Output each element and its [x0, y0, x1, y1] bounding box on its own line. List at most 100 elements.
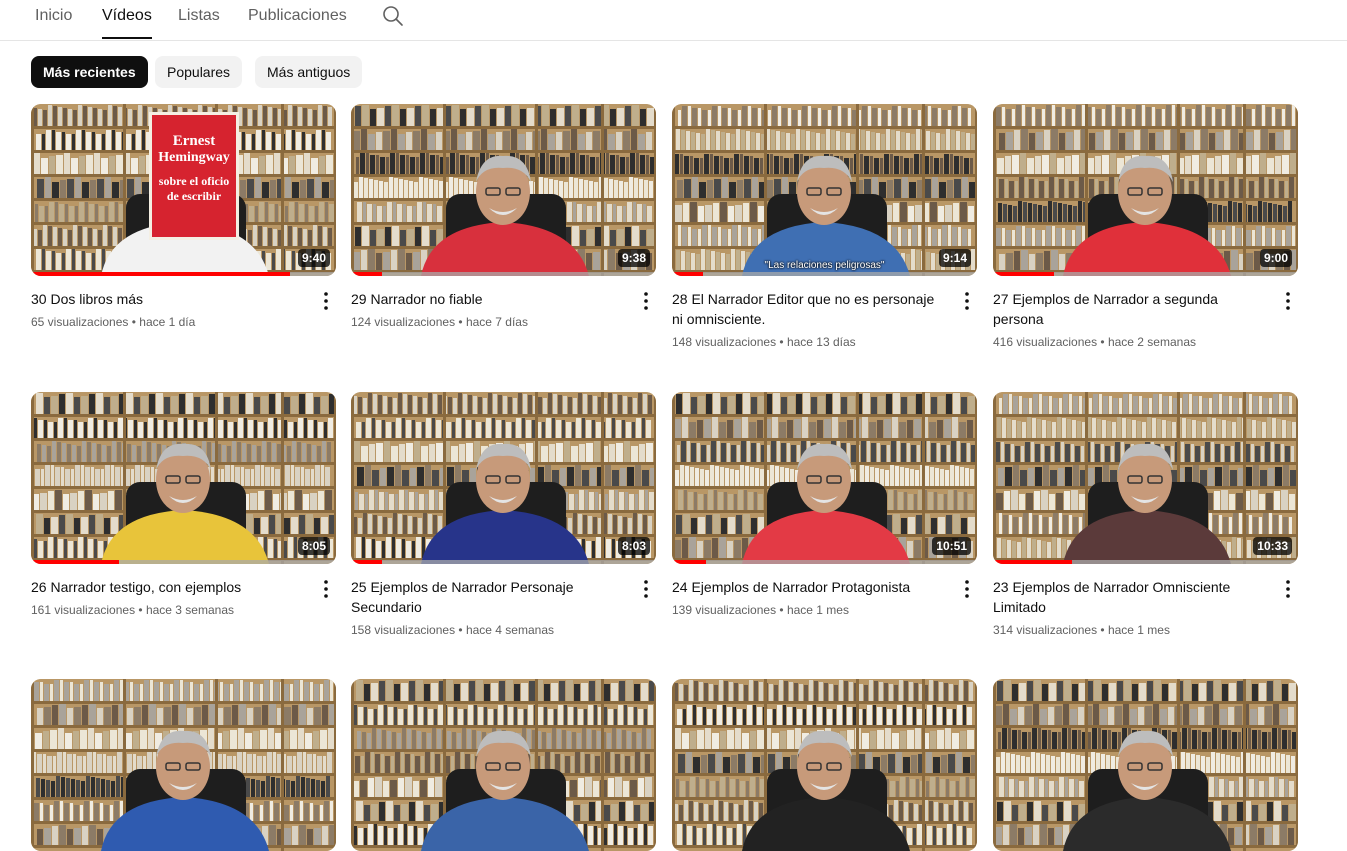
meta-separator: • — [1097, 623, 1108, 637]
video-thumbnail[interactable]: "Las relaciones peligrosas" 9:14 — [672, 104, 977, 276]
duration-badge: 9:38 — [617, 249, 650, 267]
tab-inicio[interactable]: Inicio — [35, 0, 72, 39]
video-card[interactable]: 8:03 25 Ejemplos de Narrador Personaje Se… — [351, 392, 656, 639]
video-thumbnail[interactable] — [672, 679, 977, 851]
video-title[interactable]: 24 Ejemplos de Narrador Protagonista — [672, 577, 947, 597]
thumbnail-image — [993, 679, 1298, 851]
upload-age: hace 1 mes — [1107, 623, 1170, 637]
thumbnail-image — [31, 392, 336, 564]
video-thumbnail[interactable] — [351, 679, 656, 851]
thumbnail-image — [351, 392, 656, 564]
video-details: 26 Narrador testigo, con ejemplos 161 vis… — [31, 577, 336, 619]
duration-badge: 9:00 — [1259, 249, 1292, 267]
view-count: 65 visualizaciones — [31, 315, 129, 329]
video-thumbnail[interactable]: 8:03 — [351, 392, 656, 564]
video-details: 24 Ejemplos de Narrador Protagonista 139 … — [672, 577, 977, 619]
tab-publicaciones[interactable]: Publicaciones — [248, 0, 347, 39]
meta-separator: • — [455, 315, 466, 329]
video-meta: 416 visualizaciones • hace 2 semanas — [993, 333, 1268, 351]
tab-videos[interactable]: Vídeos — [102, 0, 152, 39]
meta-separator: • — [776, 335, 787, 349]
thumbnail-image — [672, 104, 977, 276]
video-thumbnail[interactable]: 9:38 — [351, 104, 656, 276]
chip-mas-antiguos[interactable]: Más antiguos — [255, 56, 363, 88]
video-details: 28 El Narrador Editor que no es personaj… — [672, 289, 977, 351]
more-options-icon[interactable] — [957, 577, 977, 601]
watch-progress-fill — [351, 272, 382, 276]
upload-age: hace 3 semanas — [145, 603, 234, 617]
video-title[interactable]: 23 Ejemplos de Narrador Omnisciente Limi… — [993, 577, 1268, 617]
upload-age: hace 1 día — [139, 315, 196, 329]
more-options-icon[interactable] — [957, 289, 977, 313]
thumbnail-image — [993, 392, 1298, 564]
video-card[interactable]: 10:51 24 Ejemplos de Narrador Protagonist… — [672, 392, 977, 619]
video-details: 27 Ejemplos de Narrador a segunda person… — [993, 289, 1298, 351]
video-card[interactable]: 9:38 29 Narrador no fiable 124 visualizaci… — [351, 104, 656, 331]
video-thumbnail[interactable]: 10:51 — [672, 392, 977, 564]
more-options-icon[interactable] — [1278, 577, 1298, 601]
video-card[interactable]: 9:00 27 Ejemplos de Narrador a segunda pe… — [993, 104, 1298, 351]
video-meta: 124 visualizaciones • hace 7 días — [351, 313, 626, 331]
video-details: 23 Ejemplos de Narrador Omnisciente Limi… — [993, 577, 1298, 639]
video-meta: 65 visualizaciones • hace 1 día — [31, 313, 306, 331]
video-thumbnail[interactable]: 9:00 — [993, 104, 1298, 276]
video-title[interactable]: 27 Ejemplos de Narrador a segunda person… — [993, 289, 1268, 329]
upload-age: hace 13 días — [786, 335, 856, 349]
video-thumbnail[interactable]: 8:05 — [31, 392, 336, 564]
video-card[interactable]: Ernest Hemingway sobre el oficio de escribi… — [31, 104, 336, 331]
more-options-icon[interactable] — [316, 577, 336, 601]
video-title[interactable]: 26 Narrador testigo, con ejemplos — [31, 577, 306, 597]
video-thumbnail[interactable]: Ernest Hemingway sobre el oficio de escribi… — [31, 104, 336, 276]
meta-separator: • — [128, 315, 140, 329]
watch-progress-bar — [993, 560, 1298, 564]
video-card[interactable] — [351, 679, 656, 851]
video-thumbnail[interactable] — [993, 679, 1298, 851]
video-meta: 314 visualizaciones • hace 1 mes — [993, 621, 1268, 639]
watch-progress-fill — [31, 272, 291, 276]
video-title[interactable]: 30 Dos libros más — [31, 289, 306, 309]
search-icon[interactable] — [381, 4, 405, 28]
video-thumbnail[interactable]: 10:33 — [993, 392, 1298, 564]
view-count: 139 visualizaciones — [672, 603, 777, 617]
video-details: 30 Dos libros más 65 visualizaciones • ha… — [31, 289, 336, 331]
upload-age: hace 7 días — [465, 315, 528, 329]
watch-progress-fill — [672, 272, 703, 276]
video-details: 25 Ejemplos de Narrador Personaje Secund… — [351, 577, 656, 639]
video-card[interactable] — [672, 679, 977, 851]
more-options-icon[interactable] — [1278, 289, 1298, 313]
chip-mas-recientes[interactable]: Más recientes — [31, 56, 148, 88]
duration-badge: 9:40 — [297, 249, 330, 267]
video-card[interactable]: 10:33 23 Ejemplos de Narrador Omnisciente… — [993, 392, 1298, 639]
upload-age: hace 4 semanas — [465, 623, 554, 637]
video-caption-overlay: "Las relaciones peligrosas" — [764, 260, 885, 271]
chip-populares[interactable]: Populares — [155, 56, 243, 88]
watch-progress-bar — [31, 560, 336, 564]
duration-badge: 10:51 — [932, 537, 971, 555]
view-count: 158 visualizaciones — [351, 623, 456, 637]
watch-progress-fill — [672, 560, 706, 564]
thumbnail-image — [351, 104, 656, 276]
more-options-icon[interactable] — [316, 289, 336, 313]
view-count: 314 visualizaciones — [993, 623, 1098, 637]
meta-separator: • — [776, 603, 787, 617]
more-options-icon[interactable] — [636, 289, 656, 313]
more-options-icon[interactable] — [636, 577, 656, 601]
video-card[interactable]: "Las relaciones peligrosas" 9:14 28 El Nar… — [672, 104, 977, 351]
view-count: 161 visualizaciones — [31, 603, 136, 617]
meta-separator: • — [455, 623, 466, 637]
video-card[interactable] — [31, 679, 336, 851]
video-details: 29 Narrador no fiable 124 visualizaciones… — [351, 289, 656, 331]
video-thumbnail[interactable] — [31, 679, 336, 851]
video-title[interactable]: 28 El Narrador Editor que no es personaj… — [672, 289, 947, 329]
video-card[interactable]: 8:05 26 Narrador testigo, con ejemplos 161… — [31, 392, 336, 619]
video-title[interactable]: 29 Narrador no fiable — [351, 289, 626, 309]
watch-progress-bar — [993, 272, 1298, 276]
video-card[interactable] — [993, 679, 1298, 851]
watch-progress-bar — [351, 272, 656, 276]
watch-progress-bar — [672, 272, 977, 276]
watch-progress-fill — [993, 560, 1073, 564]
video-meta: 148 visualizaciones • hace 13 días — [672, 333, 947, 351]
tab-listas[interactable]: Listas — [178, 0, 220, 39]
view-count: 124 visualizaciones — [351, 315, 456, 329]
video-title[interactable]: 25 Ejemplos de Narrador Personaje Secund… — [351, 577, 626, 617]
